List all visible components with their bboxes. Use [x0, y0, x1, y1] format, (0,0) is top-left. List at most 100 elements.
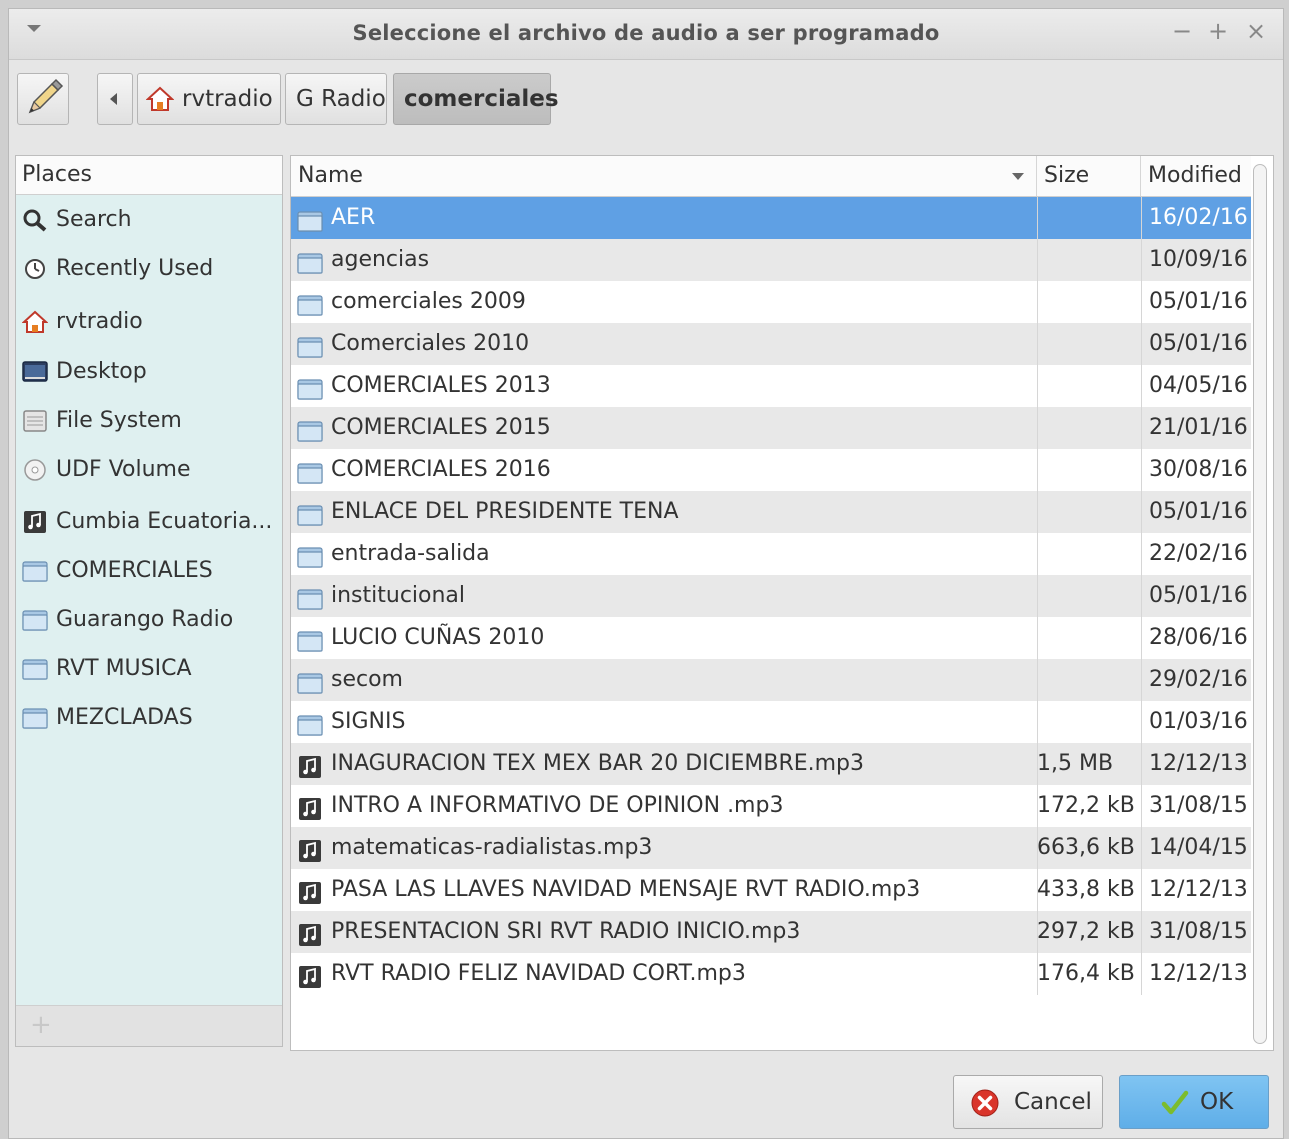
place-mezcladas[interactable]: MEZCLADAS [16, 698, 282, 738]
audio-file-icon [297, 878, 323, 904]
breadcrumb-g-radio[interactable]: G Radio [285, 73, 387, 125]
folder-icon [297, 500, 323, 526]
place-search[interactable]: Search [16, 200, 282, 240]
folder-row[interactable]: institucional 05/01/16 [291, 575, 1251, 617]
breadcrumb-rvtradio[interactable]: rvtradio [137, 73, 281, 125]
folder-row[interactable]: SIGNIS 01/03/16 [291, 701, 1251, 743]
disc-icon [24, 459, 46, 481]
file-name: INAGURACION TEX MEX BAR 20 DICIEMBRE.mp3 [331, 751, 865, 776]
folder-icon [297, 668, 323, 694]
sort-descending-icon [1012, 173, 1024, 180]
file-name: SIGNIS [331, 709, 406, 734]
file-row[interactable]: RVT RADIO FELIZ NAVIDAD CORT.mp3 176,4 kB… [291, 953, 1251, 995]
file-modified: 05/01/16 [1149, 499, 1248, 524]
folder-row[interactable]: secom 29/02/16 [291, 659, 1251, 701]
breadcrumb-back-button[interactable] [97, 73, 133, 125]
place-guarango-radio[interactable]: Guarango Radio [16, 600, 282, 640]
file-modified: 12/12/13 [1149, 877, 1248, 902]
places-footer: + [16, 1005, 282, 1046]
folder-row[interactable]: agencias 10/09/16 [291, 239, 1251, 281]
folder-row[interactable]: COMERCIALES 2015 21/01/16 [291, 407, 1251, 449]
folder-row[interactable]: Comerciales 2010 05/01/16 [291, 323, 1251, 365]
place-label: Guarango Radio [56, 607, 234, 632]
maximize-button[interactable]: + [1205, 19, 1231, 45]
folder-icon [297, 584, 323, 610]
folder-icon [22, 659, 48, 680]
file-name: COMERCIALES 2013 [331, 373, 551, 398]
breadcrumb-label: comerciales [404, 86, 559, 112]
place-label: Cumbia Ecuatoria... [56, 509, 273, 534]
place-label: Recently Used [56, 256, 214, 281]
file-name: INTRO A INFORMATIVO DE OPINION .mp3 [331, 793, 784, 818]
folder-icon [297, 290, 323, 316]
column-header-modified[interactable]: Modified [1141, 156, 1251, 196]
column-header-label: Size [1044, 163, 1090, 188]
folder-row[interactable]: ENLACE DEL PRESIDENTE TENA 05/01/16 [291, 491, 1251, 533]
folder-row[interactable]: LUCIO CUÑAS 2010 28/06/16 [291, 617, 1251, 659]
folder-row[interactable]: AER 16/02/16 [291, 197, 1251, 239]
file-modified: 10/09/16 [1149, 247, 1248, 272]
places-header[interactable]: Places [16, 156, 282, 195]
file-modified: 12/12/13 [1149, 961, 1248, 986]
place-udf-volume[interactable]: UDF Volume [16, 450, 282, 490]
place-rvtradio[interactable]: rvtradio [16, 302, 282, 342]
file-modified: 31/08/15 [1149, 793, 1248, 818]
place-label: RVT MUSICA [56, 656, 192, 681]
file-row[interactable]: INAGURACION TEX MEX BAR 20 DICIEMBRE.mp3… [291, 743, 1251, 785]
file-modified: 12/12/13 [1149, 751, 1248, 776]
folder-icon [297, 626, 323, 652]
edit-location-button[interactable] [17, 73, 69, 125]
ok-button[interactable]: OK [1119, 1075, 1269, 1129]
file-size: 1,5 MB [1037, 751, 1114, 776]
place-recently-used[interactable]: Recently Used [16, 249, 282, 289]
column-header-name[interactable]: Name [291, 156, 1037, 196]
place-file-system[interactable]: File System [16, 401, 282, 441]
folder-icon [297, 206, 323, 232]
file-size: 176,4 kB [1037, 961, 1135, 986]
add-bookmark-button[interactable]: + [30, 1010, 52, 1040]
place-label: Desktop [56, 359, 147, 384]
vertical-scrollbar[interactable] [1253, 164, 1267, 1044]
folder-icon [297, 542, 323, 568]
cancel-label: Cancel [1014, 1089, 1092, 1115]
file-size: 297,2 kB [1037, 919, 1135, 944]
breadcrumb-comerciales[interactable]: comerciales [393, 73, 559, 125]
file-row[interactable]: matematicas-radialistas.mp3 663,6 kB 14/04… [291, 827, 1251, 869]
cancel-button[interactable]: Cancel [953, 1075, 1103, 1129]
desktop-icon [22, 361, 48, 382]
file-size: 172,2 kB [1037, 793, 1135, 818]
folder-row[interactable]: entrada-salida 22/02/16 [291, 533, 1251, 575]
column-header-label: Name [298, 163, 363, 188]
pencil-icon [28, 78, 64, 114]
place-comerciales[interactable]: COMERCIALES [16, 551, 282, 591]
file-name: institucional [331, 583, 466, 608]
close-button[interactable]: × [1243, 19, 1269, 45]
file-name: secom [331, 667, 403, 692]
file-name: COMERCIALES 2015 [331, 415, 551, 440]
file-name: PASA LAS LLAVES NAVIDAD MENSAJE RVT RADI… [331, 877, 921, 902]
minimize-button[interactable]: − [1169, 19, 1195, 45]
folder-row[interactable]: COMERCIALES 2013 04/05/16 [291, 365, 1251, 407]
home-icon [146, 86, 174, 111]
file-modified: 14/04/15 [1149, 835, 1248, 860]
folder-icon [22, 610, 48, 631]
file-modified: 30/08/16 [1149, 457, 1248, 482]
file-list: Name Size Modified AER 16/02/16 agencias 10… [290, 155, 1274, 1051]
title-bar[interactable]: Seleccione el archivo de audio a ser pro… [9, 9, 1283, 60]
file-modified: 16/02/16 [1149, 205, 1248, 230]
folder-icon [297, 458, 323, 484]
file-row[interactable]: PRESENTACION SRI RVT RADIO INICIO.mp3 297… [291, 911, 1251, 953]
place-rvt-musica[interactable]: RVT MUSICA [16, 649, 282, 689]
place-desktop[interactable]: Desktop [16, 352, 282, 392]
folder-icon [297, 332, 323, 358]
place-cumbia-ecuatoriana[interactable]: Cumbia Ecuatoria... [16, 502, 282, 542]
folder-icon [297, 374, 323, 400]
file-row[interactable]: PASA LAS LLAVES NAVIDAD MENSAJE RVT RADI… [291, 869, 1251, 911]
column-separator [1037, 197, 1038, 995]
file-row[interactable]: INTRO A INFORMATIVO DE OPINION .mp3 172,2… [291, 785, 1251, 827]
column-header-size[interactable]: Size [1037, 156, 1141, 196]
folder-row[interactable]: COMERCIALES 2016 30/08/16 [291, 449, 1251, 491]
folder-icon [297, 710, 323, 736]
folder-row[interactable]: comerciales 2009 05/01/16 [291, 281, 1251, 323]
file-modified: 05/01/16 [1149, 289, 1248, 314]
